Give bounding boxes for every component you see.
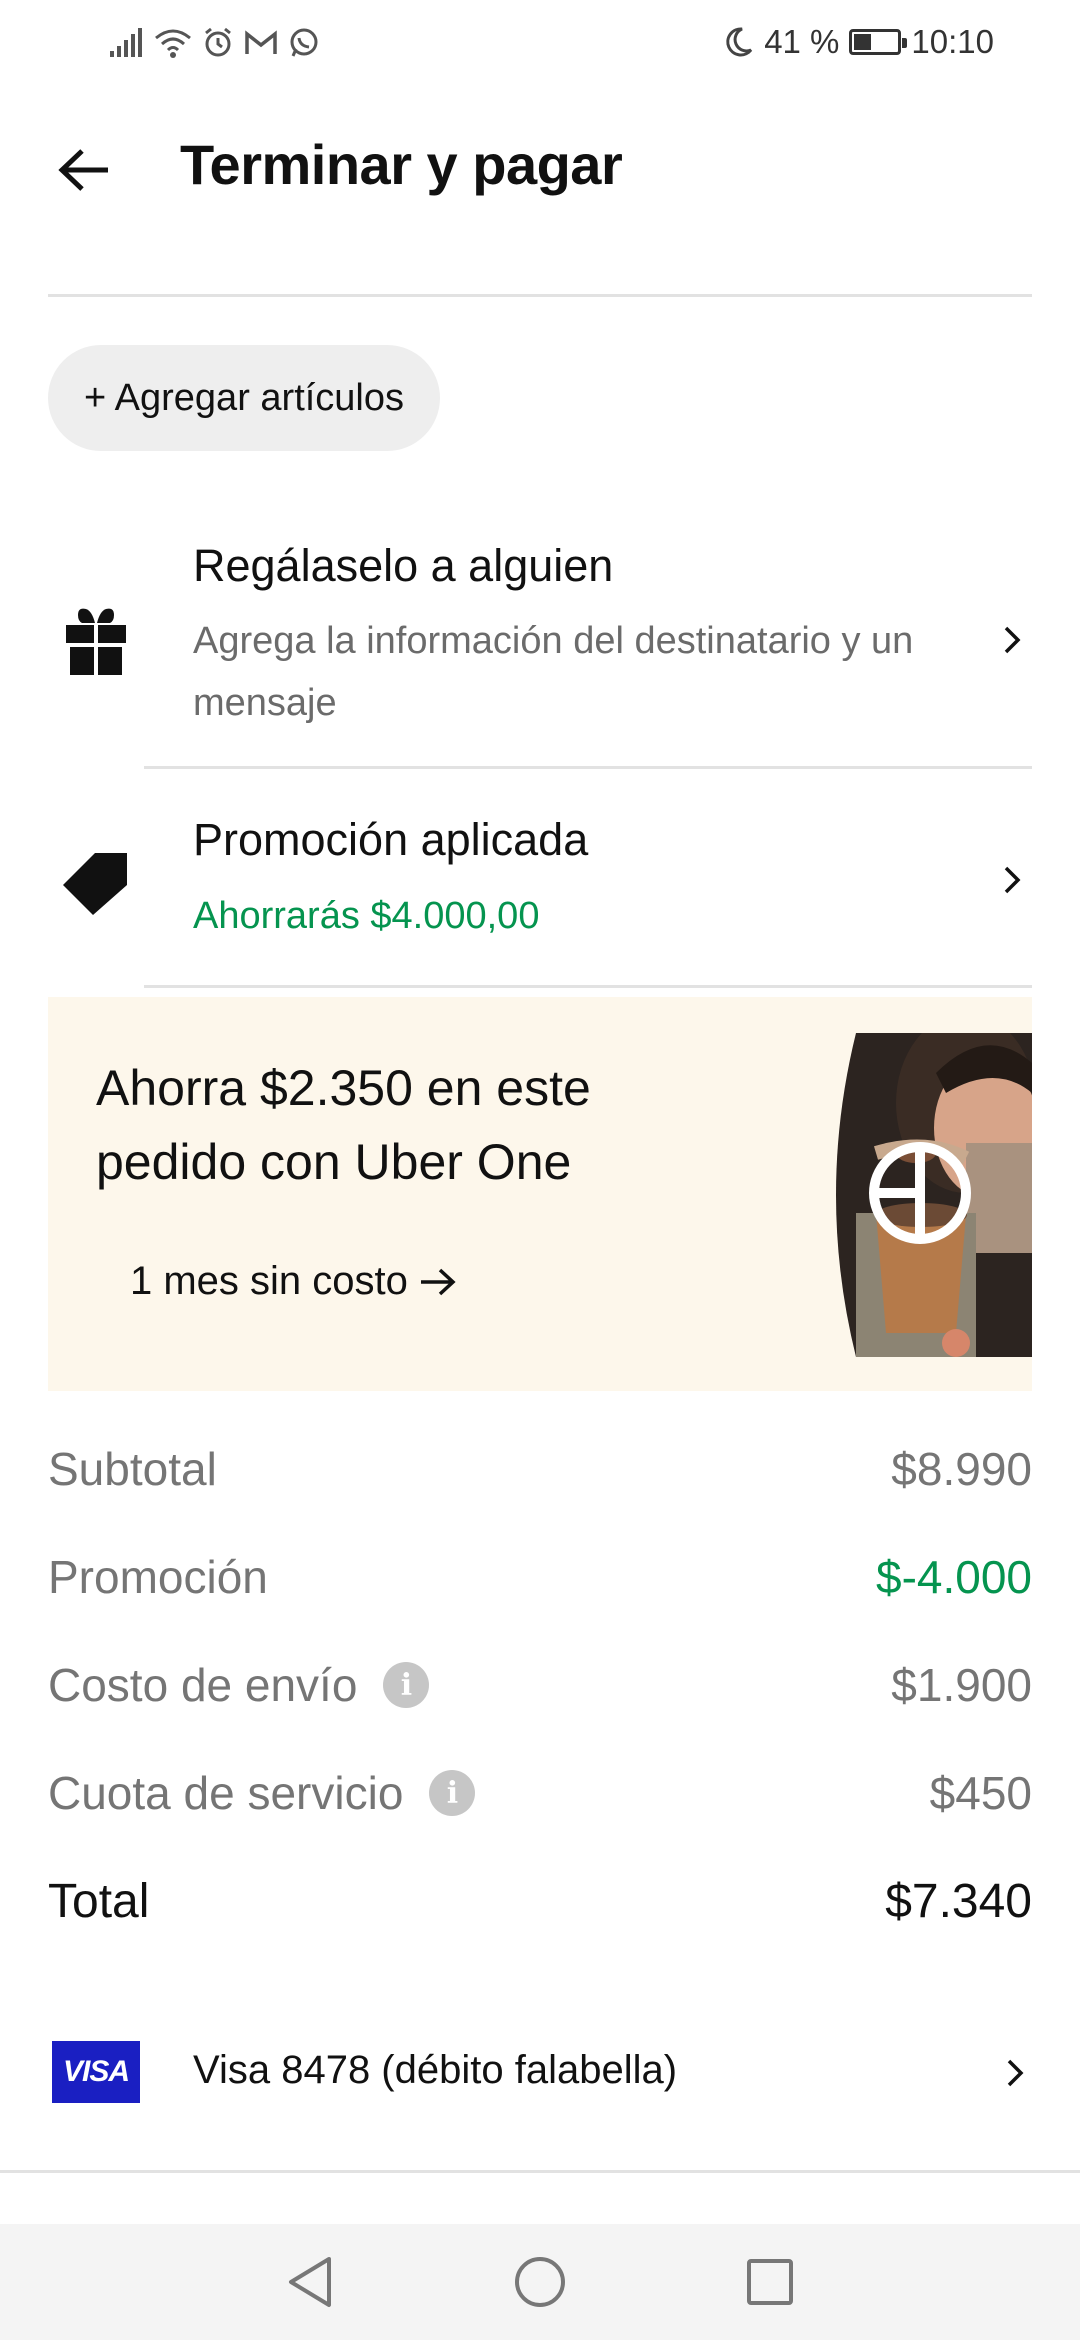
payment-method-label: Visa 8478 (débito falabella): [193, 2048, 678, 2092]
add-items-button[interactable]: + Agregar artículos: [48, 345, 441, 451]
circle-home-icon: [515, 2257, 565, 2307]
info-icon[interactable]: i: [383, 1662, 430, 1708]
uber-one-banner[interactable]: Ahorra $2.350 en este pedido con Uber On…: [48, 997, 1032, 1391]
gift-row[interactable]: Regálaselo a alguien Agrega la informaci…: [48, 530, 1032, 766]
uber-one-headline: Ahorra $2.350 en este pedido con Uber On…: [96, 1060, 591, 1190]
service-fee-label: Cuota de servicio: [48, 1767, 404, 1819]
header-divider: [48, 294, 1032, 297]
promotion-discount-value: $-4.000: [875, 1551, 1032, 1603]
delivery-fee-row: Costo de envío i $1.900: [48, 1645, 1032, 1725]
signal-icon: [110, 28, 142, 57]
triangle-back-icon: [289, 2257, 331, 2307]
promotion-row[interactable]: Promoción aplicada Ahorrarás $4.000,00: [48, 800, 1032, 986]
delivery-fee-value: $1.900: [891, 1659, 1032, 1711]
promotion-divider: [144, 985, 1032, 988]
delivery-fee-label: Costo de envío: [48, 1659, 358, 1711]
promotion-title: Promoción aplicada: [193, 814, 589, 865]
visa-logo: VISA: [52, 2041, 140, 2103]
total-label: Total: [48, 1874, 150, 1928]
clock: 10:10: [911, 23, 994, 60]
nav-recents-button[interactable]: [740, 2252, 800, 2312]
subtotal-label: Subtotal: [48, 1443, 217, 1495]
subtotal-value: $8.990: [891, 1443, 1032, 1495]
back-arrow-icon: [58, 149, 108, 191]
arrow-right-icon: [420, 1268, 456, 1295]
status-right-group: 41 % 10:10: [724, 22, 994, 62]
total-value: $7.340: [885, 1874, 1032, 1928]
promotion-chevron-icon: [992, 850, 1032, 910]
alarm-icon: [205, 27, 231, 57]
wifi-icon: [155, 29, 191, 58]
nav-home-button[interactable]: [510, 2252, 570, 2312]
gift-chevron-icon: [992, 610, 1032, 670]
system-nav-bar: [0, 2224, 1080, 2340]
payment-divider: [0, 2170, 1080, 2173]
subtotal-row: Subtotal $8.990: [48, 1429, 1032, 1509]
gift-icon: [48, 592, 144, 692]
square-recents-icon: [747, 2259, 793, 2305]
gift-subtitle: Agrega la información del destinatario y…: [193, 620, 914, 724]
back-button[interactable]: [48, 134, 120, 206]
whatsapp-icon: [290, 28, 318, 57]
uber-one-cta-label: 1 mes sin costo: [130, 1259, 408, 1303]
gmail-icon: [245, 30, 277, 54]
promotion-subtitle: Ahorrarás $4.000,00: [193, 895, 540, 937]
status-left-icons: [108, 24, 320, 62]
battery-percent: 41 %: [764, 23, 840, 60]
payment-method-row[interactable]: VISA Visa 8478 (débito falabella): [48, 2038, 1032, 2108]
gift-title: Regálaselo a alguien: [193, 540, 614, 591]
promotion-discount-row: Promoción $-4.000: [48, 1537, 1032, 1617]
total-row: Total $7.340: [48, 1861, 1032, 1941]
info-icon[interactable]: i: [429, 1770, 476, 1816]
service-fee-row: Cuota de servicio i $450: [48, 1753, 1032, 1833]
gift-divider: [144, 766, 1032, 769]
nav-back-button[interactable]: [280, 2252, 340, 2312]
uber-one-photo: [816, 1033, 1032, 1357]
page-title: Terminar y pagar: [180, 133, 623, 196]
promotion-discount-label: Promoción: [48, 1551, 268, 1603]
service-fee-value: $450: [929, 1767, 1032, 1819]
moon-icon: [726, 27, 753, 57]
battery-icon: [849, 29, 908, 55]
uber-one-cta[interactable]: 1 mes sin costo: [130, 1259, 458, 1304]
status-bar: 41 % 10:10: [0, 0, 1080, 84]
payment-chevron-icon: [1006, 2058, 1024, 2093]
tag-icon: [48, 842, 144, 922]
